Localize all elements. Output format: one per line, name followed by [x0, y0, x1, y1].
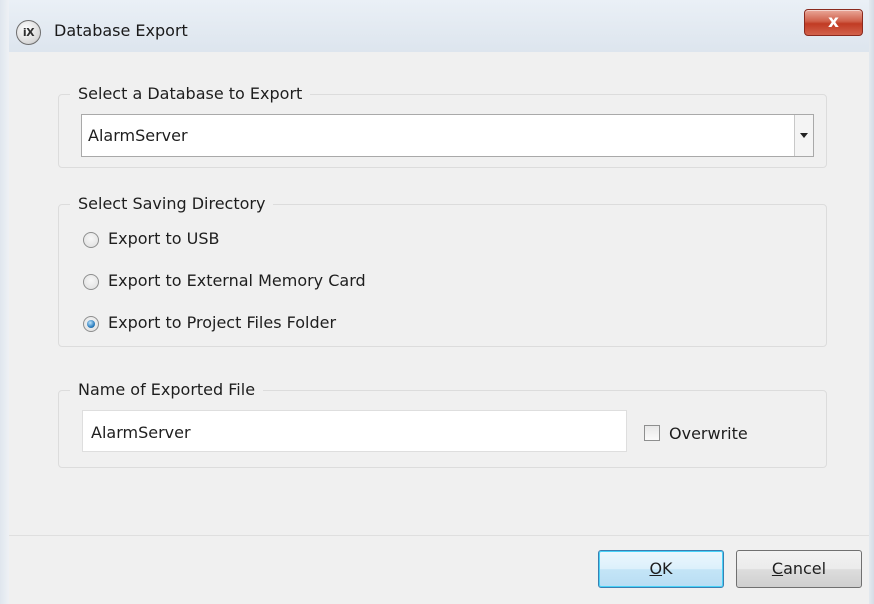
close-button[interactable]: x [804, 9, 863, 36]
checkbox-icon[interactable] [644, 425, 660, 441]
chevron-down-icon [800, 133, 808, 138]
window-frame-right [869, 0, 874, 604]
ok-label-rest: K [662, 559, 673, 578]
database-select-value: AlarmServer [88, 126, 188, 145]
overwrite-label[interactable]: Overwrite [669, 424, 748, 443]
radio-button-checked-icon[interactable] [83, 316, 99, 332]
radio-button-icon[interactable] [83, 274, 99, 290]
database-select-legend: Select a Database to Export [70, 84, 311, 103]
title-bar[interactable]: iX Database Export x [0, 0, 874, 52]
radio-label[interactable]: Export to Project Files Folder [108, 313, 336, 332]
saving-directory-legend: Select Saving Directory [70, 194, 274, 213]
radio-label[interactable]: Export to USB [108, 229, 219, 248]
footer-divider [9, 535, 869, 536]
file-name-input[interactable]: AlarmServer [82, 410, 627, 452]
window-title: Database Export [54, 21, 188, 40]
cancel-button[interactable]: Cancel [736, 550, 862, 588]
database-select-combobox[interactable]: AlarmServer [81, 114, 814, 157]
app-icon: iX [16, 20, 41, 45]
radio-label[interactable]: Export to External Memory Card [108, 271, 366, 290]
database-export-dialog: iX Database Export x Select a Database t… [0, 0, 874, 604]
exported-file-name-legend: Name of Exported File [70, 380, 264, 399]
file-name-value: AlarmServer [91, 423, 191, 442]
dropdown-button[interactable] [794, 115, 813, 156]
window-frame-left [0, 0, 9, 604]
radio-button-icon[interactable] [83, 232, 99, 248]
ok-button[interactable]: OK [598, 550, 724, 588]
ok-mnemonic: O [649, 559, 663, 578]
close-icon: x [828, 12, 839, 32]
cancel-label-rest: ancel [783, 559, 827, 578]
cancel-mnemonic: C [771, 559, 784, 578]
